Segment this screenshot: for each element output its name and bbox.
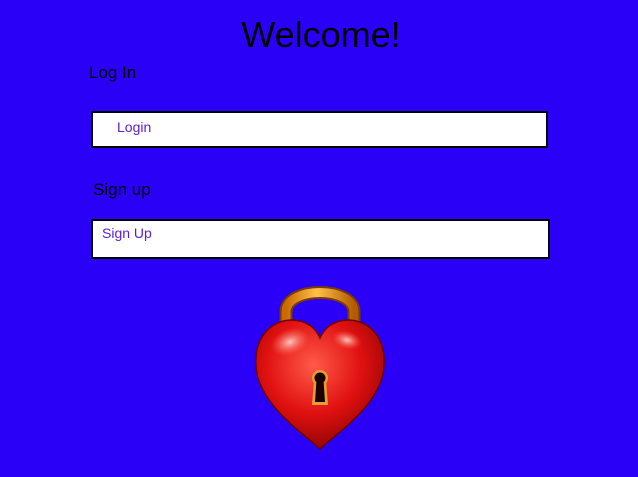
page-title: Welcome!: [241, 14, 401, 55]
signup-button[interactable]: Sign Up: [91, 219, 550, 259]
login-button[interactable]: Login: [91, 111, 548, 148]
login-section-label: Log In: [89, 63, 137, 82]
signup-link[interactable]: Sign Up: [102, 225, 152, 241]
login-link[interactable]: Login: [117, 119, 151, 135]
heart-padlock-icon: [255, 286, 385, 451]
signup-section-label: Sign up: [93, 180, 151, 199]
